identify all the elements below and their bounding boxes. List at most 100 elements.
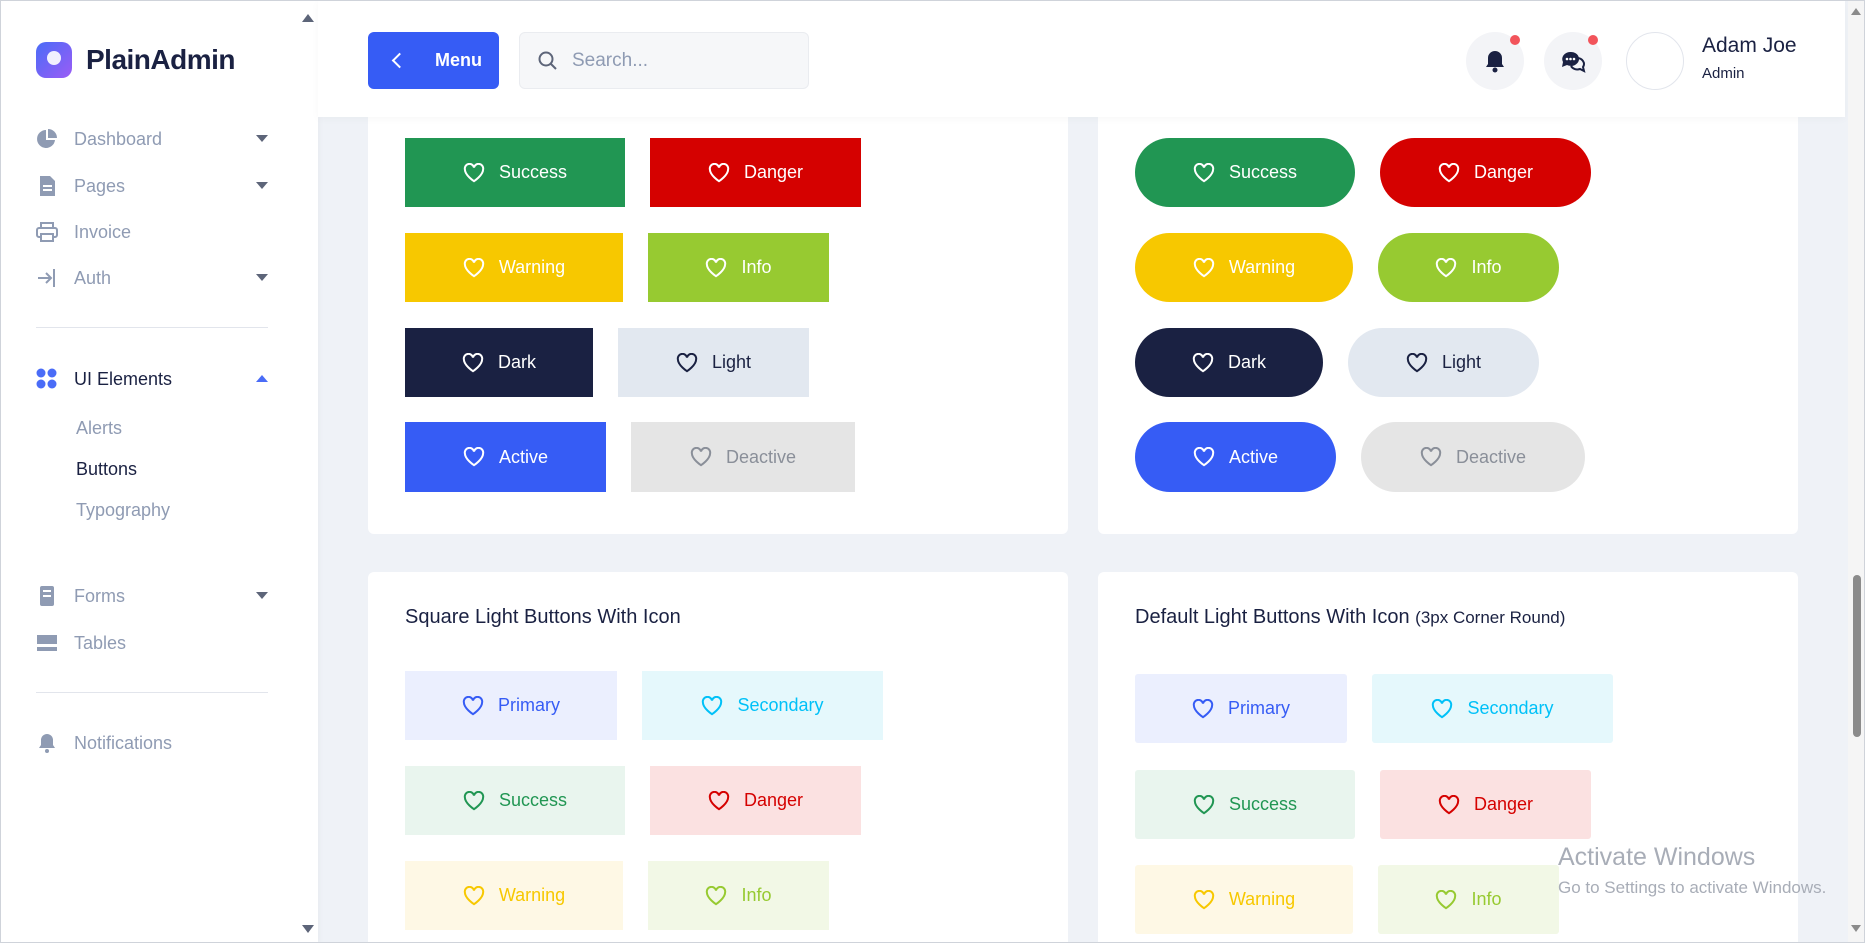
user-role: Admin — [1702, 65, 1745, 82]
sidebar-scroll-up-icon[interactable] — [302, 14, 314, 22]
heart-icon — [462, 352, 484, 372]
sidebar-item-notifications[interactable]: Notifications — [36, 732, 268, 754]
danger-light-button[interactable]: Danger — [1380, 770, 1591, 839]
secondary-light-button[interactable]: Secondary — [642, 671, 883, 740]
warning-light-button[interactable]: Warning — [1135, 865, 1353, 934]
messages-button[interactable] — [1544, 32, 1602, 90]
warning-button[interactable]: Warning — [405, 233, 623, 302]
button-label: Light — [1441, 352, 1482, 372]
light-button[interactable]: Light — [618, 328, 809, 397]
heart-icon — [1192, 352, 1214, 372]
menu-button-label: Menu — [435, 50, 482, 70]
info-light-button[interactable]: Info — [1378, 865, 1559, 934]
sidebar-item-label: Pages — [74, 175, 126, 196]
search-icon — [538, 51, 557, 70]
solid-rounded-buttons-card: Success Danger Warning Info Dark Light A… — [1098, 80, 1798, 534]
heart-icon — [1420, 447, 1442, 467]
watermark-title: Activate Windows — [1558, 843, 1756, 871]
button-label: Active — [498, 446, 549, 467]
heart-icon — [463, 790, 485, 810]
scroll-up-icon[interactable] — [1851, 8, 1861, 15]
sidebar-subitem-buttons[interactable]: Buttons — [76, 459, 137, 480]
button-label: Danger — [1473, 794, 1534, 814]
card-title-note: (3px Corner Round) — [1415, 608, 1566, 627]
primary-light-button[interactable]: Primary — [1135, 674, 1347, 743]
user-name[interactable]: Adam Joe — [1702, 34, 1797, 58]
active-button[interactable]: Active — [405, 422, 606, 492]
info-button[interactable]: Info — [1378, 233, 1559, 302]
printer-icon — [36, 221, 58, 243]
bell-icon — [36, 732, 58, 754]
activate-windows-watermark: Activate Windows Go to Settings to activ… — [1558, 843, 1826, 898]
card-title-text: Default Light Buttons With Icon — [1135, 606, 1410, 628]
active-button[interactable]: Active — [1135, 422, 1336, 492]
button-label: Success — [1228, 162, 1298, 182]
dark-button[interactable]: Dark — [405, 328, 593, 397]
sidebar-item-pages[interactable]: Pages — [36, 175, 268, 197]
square-light-buttons-card: Square Light Buttons With Icon Primary S… — [368, 572, 1068, 943]
top-header: Menu Adam Joe Admin — [318, 0, 1845, 117]
sidebar-item-auth[interactable]: Auth — [36, 267, 268, 289]
success-light-button[interactable]: Success — [405, 766, 625, 835]
search-input[interactable] — [572, 49, 792, 72]
chevron-down-icon — [256, 182, 268, 189]
success-button[interactable]: Success — [1135, 138, 1355, 207]
avatar[interactable] — [1626, 32, 1684, 90]
heart-icon — [1438, 162, 1460, 182]
sidebar-item-forms[interactable]: Forms — [36, 585, 268, 607]
scrollbar-thumb[interactable] — [1853, 575, 1861, 737]
button-label: Dark — [1227, 352, 1266, 372]
logo[interactable]: PlainAdmin — [36, 42, 236, 78]
button-label: Active — [1228, 446, 1279, 467]
danger-light-button[interactable]: Danger — [650, 766, 861, 835]
info-light-button[interactable]: Info — [648, 861, 829, 930]
warning-light-button[interactable]: Warning — [405, 861, 623, 930]
secondary-light-button[interactable]: Secondary — [1372, 674, 1613, 743]
heart-icon — [463, 885, 484, 905]
button-label: Secondary — [1467, 698, 1554, 718]
button-label: Warning — [498, 257, 566, 277]
button-label: Primary — [1228, 698, 1290, 718]
heart-icon — [1192, 698, 1214, 718]
notifications-button[interactable] — [1466, 32, 1524, 90]
sidebar-item-invoice[interactable]: Invoice — [36, 221, 268, 243]
primary-light-button[interactable]: Primary — [405, 671, 617, 740]
menu-toggle-button[interactable]: Menu — [368, 32, 499, 89]
danger-button[interactable]: Danger — [1380, 138, 1591, 207]
heart-icon — [708, 162, 730, 182]
chevron-up-icon — [256, 375, 268, 382]
button-label: Dark — [497, 352, 536, 372]
info-button[interactable]: Info — [648, 233, 829, 302]
page-scrollbar[interactable] — [1848, 0, 1865, 943]
heart-icon — [463, 257, 484, 277]
sidebar-item-dashboard[interactable]: Dashboard — [36, 128, 268, 150]
sidebar-item-label: Invoice — [74, 221, 132, 242]
form-icon — [36, 585, 58, 607]
chat-icon — [1562, 51, 1586, 73]
heart-icon — [1436, 889, 1457, 909]
heart-icon — [463, 447, 485, 467]
warning-button[interactable]: Warning — [1135, 233, 1353, 302]
sidebar-item-ui-elements[interactable]: UI Elements — [36, 368, 268, 390]
danger-button[interactable]: Danger — [650, 138, 861, 207]
button-label: Warning — [498, 885, 566, 905]
sidebar-subitem-typography[interactable]: Typography — [76, 500, 170, 521]
logo-mark-icon — [36, 42, 72, 78]
scroll-down-icon[interactable] — [1851, 925, 1861, 932]
heart-icon — [1193, 257, 1214, 277]
sidebar-item-tables[interactable]: Tables — [36, 632, 268, 654]
logo-text: PlainAdmin — [86, 44, 236, 75]
success-light-button[interactable]: Success — [1135, 770, 1355, 839]
dark-button[interactable]: Dark — [1135, 328, 1323, 397]
card-title: Default Light Buttons With Icon (3px Cor… — [1135, 606, 1565, 629]
grid-dots-icon — [36, 368, 58, 390]
button-label: Info — [1471, 257, 1502, 277]
heart-icon — [1193, 447, 1215, 467]
sidebar-subitem-alerts[interactable]: Alerts — [76, 418, 122, 439]
sidebar-scroll-down-icon[interactable] — [302, 925, 314, 933]
light-button[interactable]: Light — [1348, 328, 1539, 397]
success-button[interactable]: Success — [405, 138, 625, 207]
button-label: Deactive — [1455, 446, 1527, 467]
button-label: Info — [741, 257, 772, 277]
heart-icon — [463, 162, 485, 182]
